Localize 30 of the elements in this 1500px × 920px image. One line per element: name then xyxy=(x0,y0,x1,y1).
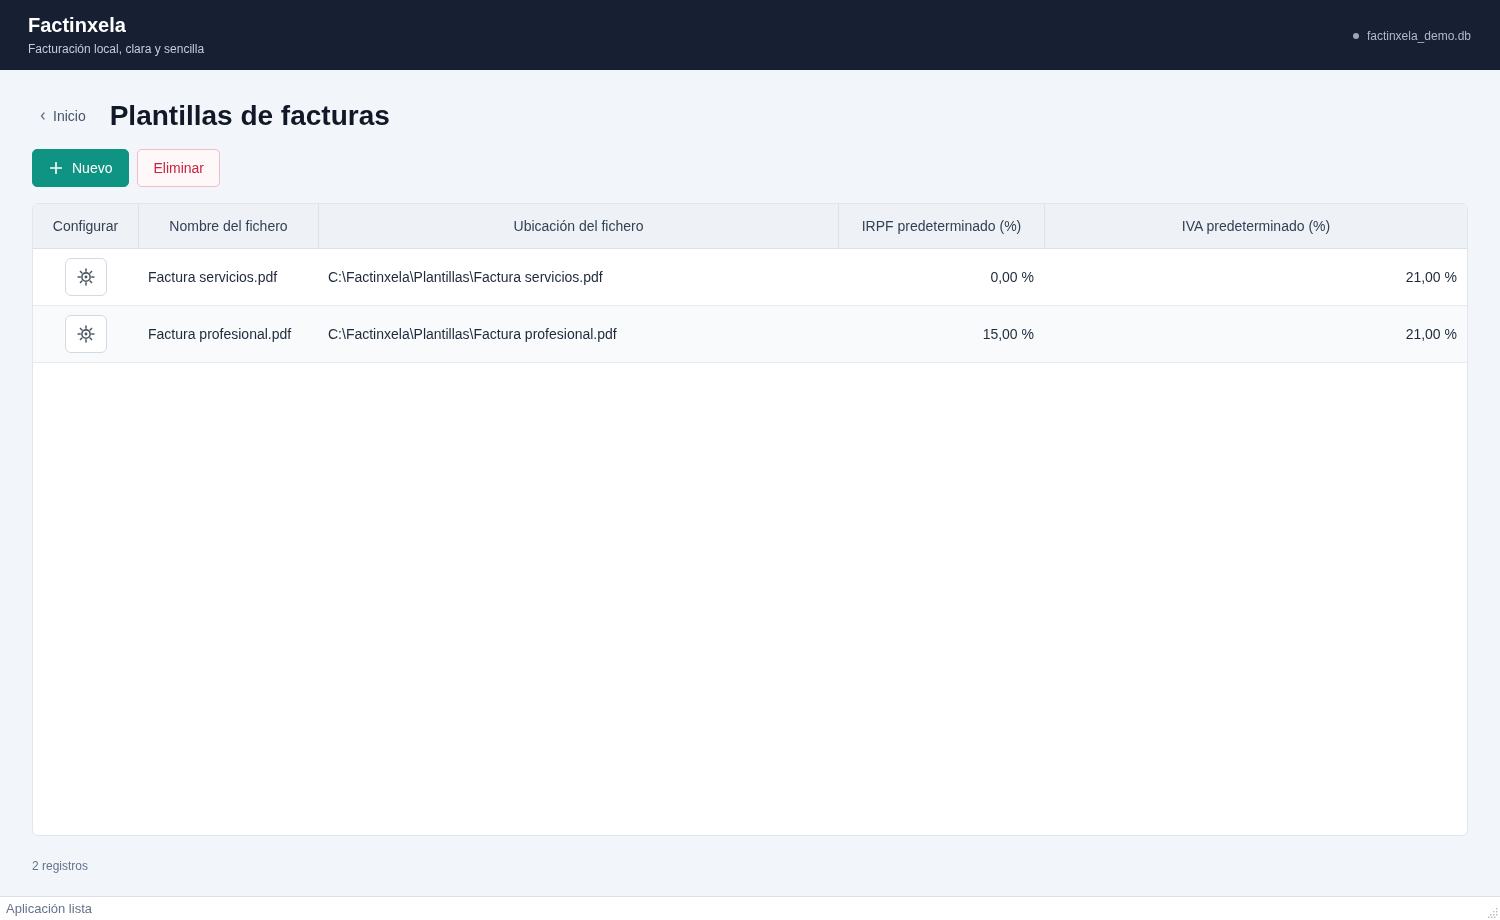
table-cell-text: 21,00 % xyxy=(1404,268,1458,287)
resize-grip-icon[interactable] xyxy=(1488,908,1498,918)
column-header: Configurar xyxy=(51,217,120,236)
table-cell-text: 21,00 % xyxy=(1404,325,1458,344)
gear-icon xyxy=(76,268,95,286)
table-cell-text: C:\Factinxela\Plantillas\Factura servicios.pdf xyxy=(327,268,604,287)
table-cell-text: 0,00 % xyxy=(989,268,1035,287)
back-link[interactable]: Inicio xyxy=(32,107,86,125)
plus-icon xyxy=(50,162,62,174)
delete-button[interactable]: Eliminar xyxy=(137,149,221,187)
new-button[interactable]: Nuevo xyxy=(32,149,130,187)
app-name: Factinxela xyxy=(28,13,127,37)
column-header: Ubicación del fichero xyxy=(318,204,838,248)
record-count: 2 registros xyxy=(32,858,89,874)
configure-button[interactable] xyxy=(64,258,107,296)
page-title: Plantillas de facturas xyxy=(109,99,390,133)
table-cell-text: Factura servicios.pdf xyxy=(147,268,279,287)
status-dot-icon xyxy=(1352,33,1359,39)
database-name: factinxela_demo.db xyxy=(1366,28,1471,44)
table-cell-text: Factura profesional.pdf xyxy=(147,325,293,344)
configure-button[interactable] xyxy=(64,315,107,353)
table-cell-text: 15,00 % xyxy=(981,325,1035,344)
column-header: IVA predeterminado (%) xyxy=(1044,204,1467,248)
gear-icon xyxy=(76,325,95,343)
column-header: IRPF predeterminado (%) xyxy=(838,204,1044,248)
column-header: Nombre del fichero xyxy=(138,204,318,248)
chevron-left-icon xyxy=(40,112,45,120)
status-message: Aplicación lista xyxy=(6,901,92,916)
app-tagline: Facturación local, clara y sencilla xyxy=(28,41,205,57)
table-cell-text: C:\Factinxela\Plantillas\Factura profesional.pdf xyxy=(327,325,618,344)
